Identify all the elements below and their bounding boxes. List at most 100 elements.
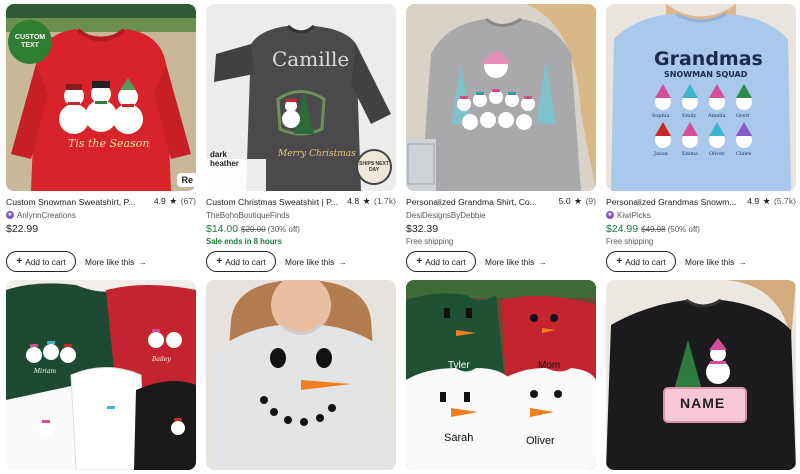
discount-percent: (50% off) bbox=[667, 225, 700, 234]
original-price: $49.98 bbox=[641, 225, 666, 234]
star-icon: ★ bbox=[762, 196, 771, 206]
product-title[interactable]: Personalized Grandma Shirt, Co... bbox=[406, 197, 555, 207]
review-count: (67) bbox=[180, 196, 196, 206]
product-grid: Tis the Season CUSTOM TEXT Re Custom Sno… bbox=[6, 4, 796, 474]
more-like-this-link[interactable]: More like this → bbox=[285, 257, 347, 267]
print-name: Oliver bbox=[709, 151, 725, 157]
product-photo bbox=[606, 4, 796, 191]
rating-value: 4.8 bbox=[347, 196, 360, 206]
product-photo bbox=[606, 280, 796, 470]
product-card[interactable]: Tis the Season CUSTOM TEXT Re Custom Sno… bbox=[6, 4, 196, 272]
product-card[interactable]: Miriam Bailey bbox=[6, 280, 196, 470]
product-image[interactable]: Miriam Bailey bbox=[6, 280, 196, 470]
print-name: Mom bbox=[538, 360, 561, 371]
product-price: $14.00 bbox=[206, 223, 239, 235]
free-shipping-note: Free shipping bbox=[606, 237, 654, 246]
product-photo bbox=[6, 280, 196, 470]
product-title[interactable]: Custom Snowman Sweatshirt, P... bbox=[6, 197, 150, 207]
discount-percent: (30% off) bbox=[267, 225, 300, 234]
star-icon: ★ bbox=[169, 196, 178, 206]
print-name-placeholder: NAME bbox=[680, 395, 726, 411]
product-image[interactable] bbox=[406, 4, 596, 191]
product-image[interactable] bbox=[206, 280, 396, 470]
color-label: dark heather bbox=[210, 150, 239, 168]
add-to-cart-label: Add to cart bbox=[25, 256, 66, 267]
product-price: $24.99 bbox=[606, 223, 639, 235]
add-to-cart-button[interactable]: + Add to cart bbox=[606, 251, 676, 272]
print-name: Oliver bbox=[526, 435, 555, 447]
print-name: Sarah bbox=[444, 432, 474, 444]
shop-name[interactable]: TheBohoBoutiqueFinds bbox=[206, 211, 290, 220]
product-rating: 4.9 ★ (67) bbox=[154, 196, 196, 207]
more-like-this-link[interactable]: More like this → bbox=[685, 257, 747, 267]
print-name: Claire bbox=[736, 151, 752, 157]
corner-tag: Re bbox=[177, 173, 196, 187]
sweatshirt-print-text: Tis the Season bbox=[68, 137, 150, 150]
free-shipping-note: Free shipping bbox=[406, 237, 454, 246]
star-icon: ★ bbox=[574, 196, 583, 206]
product-image[interactable]: Tis the Season CUSTOM TEXT Re bbox=[6, 4, 196, 191]
more-like-this-label: More like this bbox=[285, 256, 335, 267]
more-like-this-label: More like this bbox=[485, 256, 535, 267]
ships-next-day-badge: SHIPS NEXT DAY bbox=[356, 149, 392, 185]
arrow-right-icon: → bbox=[138, 256, 147, 267]
plus-icon: + bbox=[16, 256, 23, 267]
product-photo bbox=[206, 280, 396, 470]
custom-text-badge: CUSTOM TEXT bbox=[8, 20, 52, 64]
shop-name[interactable]: KiwiPicks bbox=[617, 211, 651, 220]
print-name: Jason bbox=[654, 151, 668, 157]
product-card[interactable]: Personalized Grandma Shirt, Co... 5.0 ★ … bbox=[406, 4, 596, 272]
print-name: Miriam bbox=[34, 368, 57, 375]
color-label-line-1: dark bbox=[210, 150, 227, 159]
product-image[interactable]: NAME bbox=[606, 280, 796, 470]
product-title[interactable]: Custom Christmas Sweatshirt | P... bbox=[206, 197, 343, 207]
add-to-cart-label: Add to cart bbox=[625, 256, 666, 267]
more-like-this-link[interactable]: More like this → bbox=[485, 257, 547, 267]
star-icon: ★ bbox=[362, 196, 371, 206]
product-image[interactable]: Camille Merry Christmas dark heather SHIP… bbox=[206, 4, 396, 191]
arrow-right-icon: → bbox=[538, 256, 547, 267]
product-image[interactable]: Grandmas SNOWMAN SQUAD Sophia Emily Amel… bbox=[606, 4, 796, 191]
more-like-this-label: More like this bbox=[685, 256, 735, 267]
arrow-right-icon: → bbox=[338, 256, 347, 267]
sweatshirt-print-name: Camille bbox=[272, 47, 350, 71]
sale-ends-note: Sale ends in 8 hours bbox=[206, 237, 282, 246]
star-seller-icon: ★ bbox=[6, 211, 14, 219]
print-name: Amelia bbox=[708, 113, 726, 119]
more-like-this-label: More like this bbox=[85, 256, 135, 267]
product-title[interactable]: Personalized Grandmas Snowm... bbox=[606, 197, 743, 207]
product-card[interactable]: Grandmas SNOWMAN SQUAD Sophia Emily Amel… bbox=[606, 4, 796, 272]
add-to-cart-button[interactable]: + Add to cart bbox=[6, 251, 76, 272]
product-image[interactable]: Tyler Mom Sarah Oliver bbox=[406, 280, 596, 470]
add-to-cart-button[interactable]: + Add to cart bbox=[406, 251, 476, 272]
plus-icon: + bbox=[616, 256, 623, 267]
print-name: Bailey bbox=[152, 356, 171, 363]
print-name: Emily bbox=[682, 113, 697, 119]
print-name: Tyler bbox=[448, 360, 470, 371]
print-name: Sophia bbox=[652, 113, 670, 119]
sweatshirt-print-text: Merry Christmas bbox=[278, 149, 356, 159]
plus-icon: + bbox=[216, 256, 223, 267]
add-to-cart-button[interactable]: + Add to cart bbox=[206, 251, 276, 272]
review-count: (1.7k) bbox=[374, 196, 396, 206]
rating-value: 4.9 bbox=[153, 196, 166, 206]
review-count: (5.7k) bbox=[774, 196, 796, 206]
shop-name[interactable]: DesiDesignsByDebbie bbox=[406, 211, 486, 220]
product-rating: 4.9 ★ (5.7k) bbox=[747, 196, 796, 207]
sweatshirt-print-subtitle: SNOWMAN SQUAD bbox=[664, 70, 748, 79]
product-card[interactable]: NAME bbox=[606, 280, 796, 470]
add-to-cart-label: Add to cart bbox=[225, 256, 266, 267]
shop-name[interactable]: AnlynnCreations bbox=[17, 211, 76, 220]
product-card[interactable]: Tyler Mom Sarah Oliver bbox=[406, 280, 596, 470]
more-like-this-link[interactable]: More like this → bbox=[85, 257, 147, 267]
product-card[interactable]: Camille Merry Christmas dark heather SHIP… bbox=[206, 4, 396, 272]
product-note bbox=[6, 237, 196, 247]
review-count: (9) bbox=[585, 196, 596, 206]
product-price: $22.99 bbox=[6, 223, 39, 235]
product-card[interactable] bbox=[206, 280, 396, 470]
product-photo bbox=[406, 280, 596, 470]
rating-value: 4.9 bbox=[747, 196, 760, 206]
print-name: Emma bbox=[682, 151, 699, 157]
original-price: $20.00 bbox=[241, 225, 266, 234]
product-rating: 4.8 ★ (1.7k) bbox=[347, 196, 396, 207]
